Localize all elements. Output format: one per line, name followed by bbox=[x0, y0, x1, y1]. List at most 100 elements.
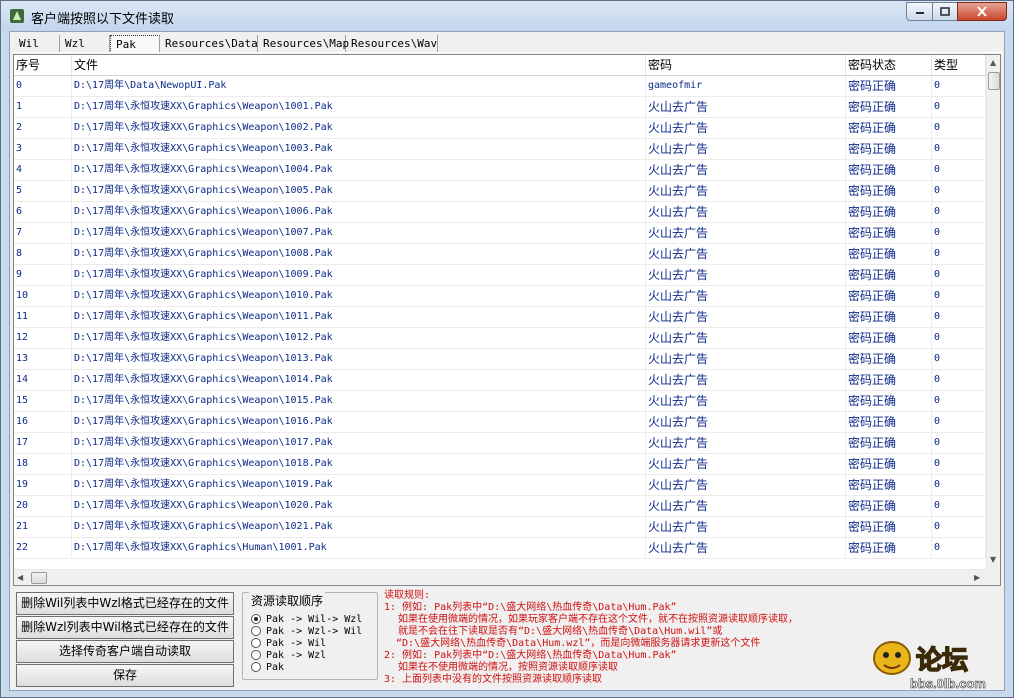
tab-wil[interactable]: Wil bbox=[14, 35, 60, 53]
column-password-status-cell: 密码正确 bbox=[846, 475, 932, 495]
column-password-status-cell: 密码正确 bbox=[846, 118, 932, 138]
table-row[interactable]: 10 D:\17周年\永恒攻速XX\Graphics\Weapon\1010.Pa… bbox=[14, 286, 986, 307]
tab-resources-data[interactable]: Resources\Data bbox=[160, 35, 258, 53]
table-row[interactable]: 3 D:\17周年\永恒攻速XX\Graphics\Weapon\1003.Pak… bbox=[14, 139, 986, 160]
table-row[interactable]: 9 D:\17周年\永恒攻速XX\Graphics\Weapon\1009.Pak… bbox=[14, 265, 986, 286]
table-row[interactable]: 4 D:\17周年\永恒攻速XX\Graphics\Weapon\1004.Pak… bbox=[14, 160, 986, 181]
scroll-down-icon[interactable]: ▼ bbox=[990, 555, 996, 564]
column-file-cell: D:\17周年\永恒攻速XX\Graphics\Weapon\1018.Pak bbox=[72, 454, 646, 474]
delete-wil-dup-button[interactable]: 删除Wil列表中Wzl格式已经存在的文件 bbox=[16, 592, 234, 615]
delete-wzl-dup-button[interactable]: 删除Wzl列表中Wil格式已经存在的文件 bbox=[16, 616, 234, 639]
column-file-cell: D:\17周年\永恒攻速XX\Graphics\Weapon\1020.Pak bbox=[72, 496, 646, 516]
horizontal-scrollbar[interactable]: ◀ ▶ bbox=[14, 569, 986, 585]
read-order-option-0[interactable]: Pak -> Wil-> Wzl bbox=[251, 613, 362, 625]
radio-icon[interactable] bbox=[251, 662, 261, 672]
maximize-button[interactable] bbox=[932, 2, 958, 21]
column-password-status-header[interactable]: 密码状态 bbox=[846, 55, 932, 75]
scroll-up-icon[interactable]: ▲ bbox=[990, 58, 996, 67]
save-button[interactable]: 保存 bbox=[16, 664, 234, 687]
radio-icon[interactable] bbox=[251, 650, 261, 660]
column-type-cell: 0 bbox=[932, 265, 986, 285]
table-row[interactable]: 15 D:\17周年\永恒攻速XX\Graphics\Weapon\1015.Pa… bbox=[14, 391, 986, 412]
column-password-status-cell: 密码正确 bbox=[846, 433, 932, 453]
column-type-cell: 0 bbox=[932, 496, 986, 516]
horizontal-scroll-thumb[interactable] bbox=[31, 572, 47, 584]
column-type-header[interactable]: 类型 bbox=[932, 55, 986, 75]
column-type-cell: 0 bbox=[932, 118, 986, 138]
table-row[interactable]: 2 D:\17周年\永恒攻速XX\Graphics\Weapon\1002.Pak… bbox=[14, 118, 986, 139]
read-order-option-label: Pak bbox=[266, 661, 285, 673]
column-password-header[interactable]: 密码 bbox=[646, 55, 846, 75]
read-order-option-3[interactable]: Pak -> Wzl bbox=[251, 649, 326, 661]
read-order-option-label: Pak -> Wil-> Wzl bbox=[266, 613, 363, 625]
file-list[interactable]: 序号 文件 密码 密码状态 类型 0 D:\17周年\Data\NewopUI.Pak ga… bbox=[13, 54, 1001, 586]
tab-separator bbox=[12, 52, 1002, 53]
column-file-cell: D:\17周年\永恒攻速XX\Graphics\Weapon\1005.Pak bbox=[72, 181, 646, 201]
column-password-status-cell: 密码正确 bbox=[846, 517, 932, 537]
tab-wzl[interactable]: Wzl bbox=[60, 35, 110, 53]
close-button[interactable] bbox=[957, 2, 1007, 21]
table-row[interactable]: 19 D:\17周年\永恒攻速XX\Graphics\Weapon\1019.Pa… bbox=[14, 475, 986, 496]
table-row[interactable]: 21 D:\17周年\永恒攻速XX\Graphics\Weapon\1021.Pa… bbox=[14, 517, 986, 538]
table-row[interactable]: 7 D:\17周年\永恒攻速XX\Graphics\Weapon\1007.Pak… bbox=[14, 223, 986, 244]
read-rule-line: 如果在使用微端的情况，如果玩家客户端不存在这个文件，就不在按照资源读取顺序读取， bbox=[398, 614, 798, 625]
read-order-option-4[interactable]: Pak bbox=[251, 661, 284, 673]
column-password-status-cell: 密码正确 bbox=[846, 244, 932, 264]
column-password-status-cell: 密码正确 bbox=[846, 307, 932, 327]
tab-pak[interactable]: Pak bbox=[110, 35, 160, 53]
tab-resources-map[interactable]: Resources\Map bbox=[258, 35, 349, 53]
table-row[interactable]: 14 D:\17周年\永恒攻速XX\Graphics\Weapon\1014.Pa… bbox=[14, 370, 986, 391]
read-order-option-1[interactable]: Pak -> Wzl-> Wil bbox=[251, 625, 362, 637]
table-row[interactable]: 6 D:\17周年\永恒攻速XX\Graphics\Weapon\1006.Pak… bbox=[14, 202, 986, 223]
app-icon bbox=[10, 9, 24, 23]
radio-icon[interactable] bbox=[251, 638, 261, 648]
column-index-cell: 4 bbox=[14, 160, 72, 180]
column-file-cell: D:\17周年\Data\NewopUI.Pak bbox=[72, 76, 646, 96]
vertical-scrollbar[interactable]: ▲ ▼ bbox=[986, 55, 1000, 569]
column-file-header[interactable]: 文件 bbox=[72, 55, 646, 75]
table-row[interactable]: 20 D:\17周年\永恒攻速XX\Graphics\Weapon\1020.Pa… bbox=[14, 496, 986, 517]
table-row[interactable]: 12 D:\17周年\永恒攻速XX\Graphics\Weapon\1012.Pa… bbox=[14, 328, 986, 349]
column-index-cell: 0 bbox=[14, 76, 72, 96]
column-type-cell: 0 bbox=[932, 202, 986, 222]
table-row[interactable]: 22 D:\17周年\永恒攻速XX\Graphics\Human\1001.Pak… bbox=[14, 538, 986, 559]
app-window: 客户端按照以下文件读取 Wil Wzl Pak Resources\Data Resou… bbox=[0, 0, 1014, 698]
column-index-cell: 20 bbox=[14, 496, 72, 516]
table-row[interactable]: 13 D:\17周年\永恒攻速XX\Graphics\Weapon\1013.Pa… bbox=[14, 349, 986, 370]
read-order-option-2[interactable]: Pak -> Wil bbox=[251, 637, 326, 649]
column-password-cell: 火山去广告 bbox=[646, 517, 846, 537]
column-index-header[interactable]: 序号 bbox=[14, 55, 72, 75]
column-type-cell: 0 bbox=[932, 97, 986, 117]
radio-icon[interactable] bbox=[251, 626, 261, 636]
tab-resources-wav[interactable]: Resources\Wav bbox=[346, 35, 438, 53]
title-bar[interactable]: 客户端按照以下文件读取 bbox=[1, 1, 1013, 31]
column-type-cell: 0 bbox=[932, 286, 986, 306]
table-row[interactable]: 5 D:\17周年\永恒攻速XX\Graphics\Weapon\1005.Pak… bbox=[14, 181, 986, 202]
scroll-right-icon[interactable]: ▶ bbox=[974, 573, 980, 582]
vertical-scroll-thumb[interactable] bbox=[988, 72, 1000, 90]
table-row[interactable]: 17 D:\17周年\永恒攻速XX\Graphics\Weapon\1017.Pa… bbox=[14, 433, 986, 454]
table-row[interactable]: 0 D:\17周年\Data\NewopUI.Pak gameofmir 密码正确 0 bbox=[14, 76, 986, 97]
table-row[interactable]: 18 D:\17周年\永恒攻速XX\Graphics\Weapon\1018.Pa… bbox=[14, 454, 986, 475]
scroll-left-icon[interactable]: ◀ bbox=[17, 573, 23, 582]
column-index-cell: 8 bbox=[14, 244, 72, 264]
column-type-cell: 0 bbox=[932, 349, 986, 369]
column-file-cell: D:\17周年\永恒攻速XX\Graphics\Weapon\1017.Pak bbox=[72, 433, 646, 453]
read-rule-line: “D:\盛大网络\热血传奇\Data\Hum.wzl”，而是向微端服务器请求更新… bbox=[396, 638, 761, 649]
table-row[interactable]: 1 D:\17周年\永恒攻速XX\Graphics\Weapon\1001.Pak… bbox=[14, 97, 986, 118]
table-row[interactable]: 11 D:\17周年\永恒攻速XX\Graphics\Weapon\1011.Pa… bbox=[14, 307, 986, 328]
minimize-button[interactable] bbox=[906, 2, 933, 21]
column-password-status-cell: 密码正确 bbox=[846, 454, 932, 474]
radio-icon[interactable] bbox=[251, 614, 261, 624]
column-file-cell: D:\17周年\永恒攻速XX\Graphics\Weapon\1004.Pak bbox=[72, 160, 646, 180]
column-file-cell: D:\17周年\永恒攻速XX\Graphics\Weapon\1015.Pak bbox=[72, 391, 646, 411]
column-type-cell: 0 bbox=[932, 76, 986, 96]
table-row[interactable]: 8 D:\17周年\永恒攻速XX\Graphics\Weapon\1008.Pak… bbox=[14, 244, 986, 265]
table-row[interactable]: 16 D:\17周年\永恒攻速XX\Graphics\Weapon\1016.Pa… bbox=[14, 412, 986, 433]
column-password-status-cell: 密码正确 bbox=[846, 76, 932, 96]
column-password-cell: 火山去广告 bbox=[646, 412, 846, 432]
read-order-option-label: Pak -> Wzl-> Wil bbox=[266, 625, 363, 637]
column-type-cell: 0 bbox=[932, 454, 986, 474]
column-password-status-cell: 密码正确 bbox=[846, 223, 932, 243]
auto-read-client-button[interactable]: 选择传奇客户端自动读取 bbox=[16, 640, 234, 663]
